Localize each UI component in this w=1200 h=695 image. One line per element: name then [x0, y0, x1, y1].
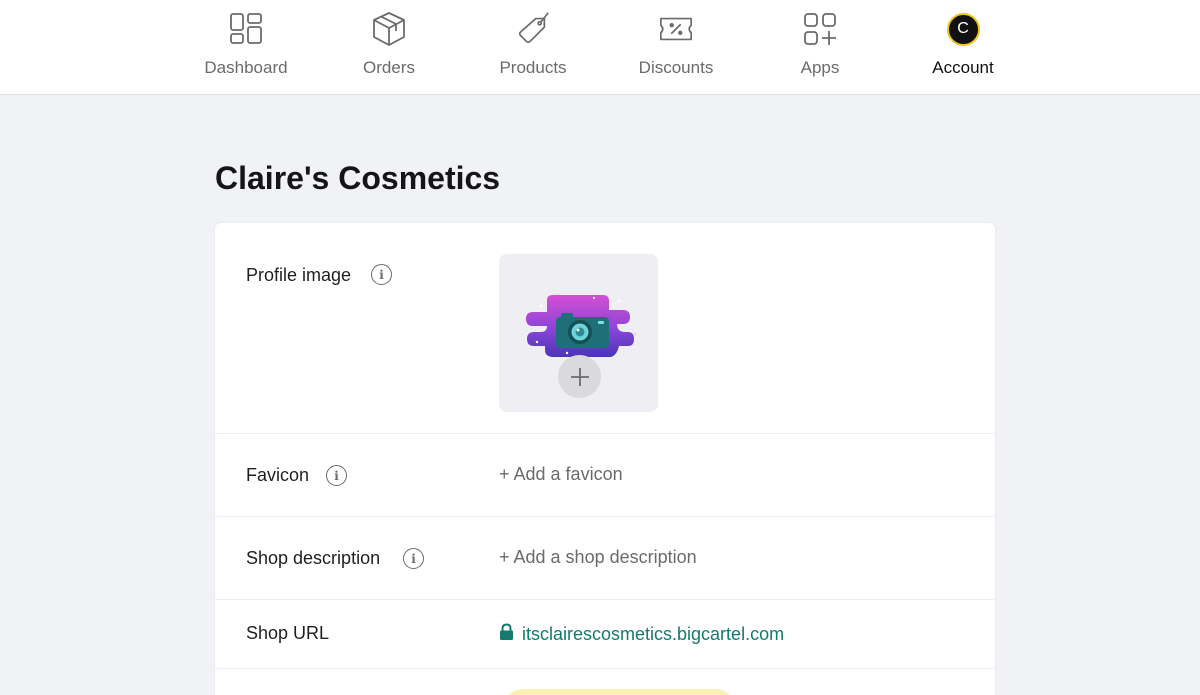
nav-label-dashboard: Dashboard [204, 58, 288, 77]
nav-label-account: Account [932, 58, 994, 77]
profile-image-row: Profile image i [215, 223, 995, 434]
account-avatar-wrap: C [945, 11, 981, 47]
lock-icon [499, 623, 514, 646]
tag-icon [515, 11, 551, 47]
nav-item-account[interactable]: C Account [898, 0, 1028, 95]
ticket-icon [658, 11, 694, 47]
nav-item-apps[interactable]: Apps [755, 0, 885, 95]
shop-url-row: Shop URL itsclairescosmetics.bigcartel.c… [215, 600, 995, 669]
info-icon[interactable]: i [326, 465, 347, 486]
shop-url-text: itsclairescosmetics.bigcartel.com [522, 624, 785, 644]
shop-settings-card: Profile image i Favicon i + Add a favico… [215, 223, 995, 695]
add-favicon-link[interactable]: + Add a favicon [499, 464, 623, 485]
avatar: C [946, 12, 980, 46]
nav-item-products[interactable]: Products [468, 0, 598, 95]
apps-grid-icon [802, 11, 838, 47]
profile-image-label: Profile image [246, 265, 352, 285]
nav-item-dashboard[interactable]: Dashboard [181, 0, 311, 95]
page-title: Claire's Cosmetics [215, 160, 501, 196]
profile-image-upload[interactable] [499, 254, 658, 412]
nav-label-products: Products [499, 58, 567, 77]
add-image-plus-icon [558, 355, 601, 398]
nav-label-orders: Orders [363, 58, 415, 77]
info-icon[interactable]: i [403, 548, 424, 569]
favicon-row: Favicon i + Add a favicon [215, 434, 995, 517]
shop-url-label: Shop URL [246, 623, 330, 643]
shop-url-link[interactable]: itsclairescosmetics.bigcartel.com [499, 623, 784, 646]
nav-label-discounts: Discounts [638, 58, 714, 77]
info-icon[interactable]: i [371, 264, 392, 285]
nav-item-orders[interactable]: Orders [324, 0, 454, 95]
nav-item-discounts[interactable]: Discounts [611, 0, 741, 95]
top-navigation: Dashboard Orders Products Discounts Apps… [0, 0, 1200, 95]
favicon-label: Favicon [246, 465, 310, 485]
nav-label-apps: Apps [800, 58, 840, 77]
shop-description-label: Shop description [246, 548, 381, 568]
dashboard-icon [228, 11, 264, 47]
shop-description-row: Shop description i + Add a shop descript… [215, 517, 995, 600]
partial-button[interactable] [503, 689, 735, 695]
add-shop-description-link[interactable]: + Add a shop description [499, 547, 697, 568]
box-icon [371, 11, 407, 47]
